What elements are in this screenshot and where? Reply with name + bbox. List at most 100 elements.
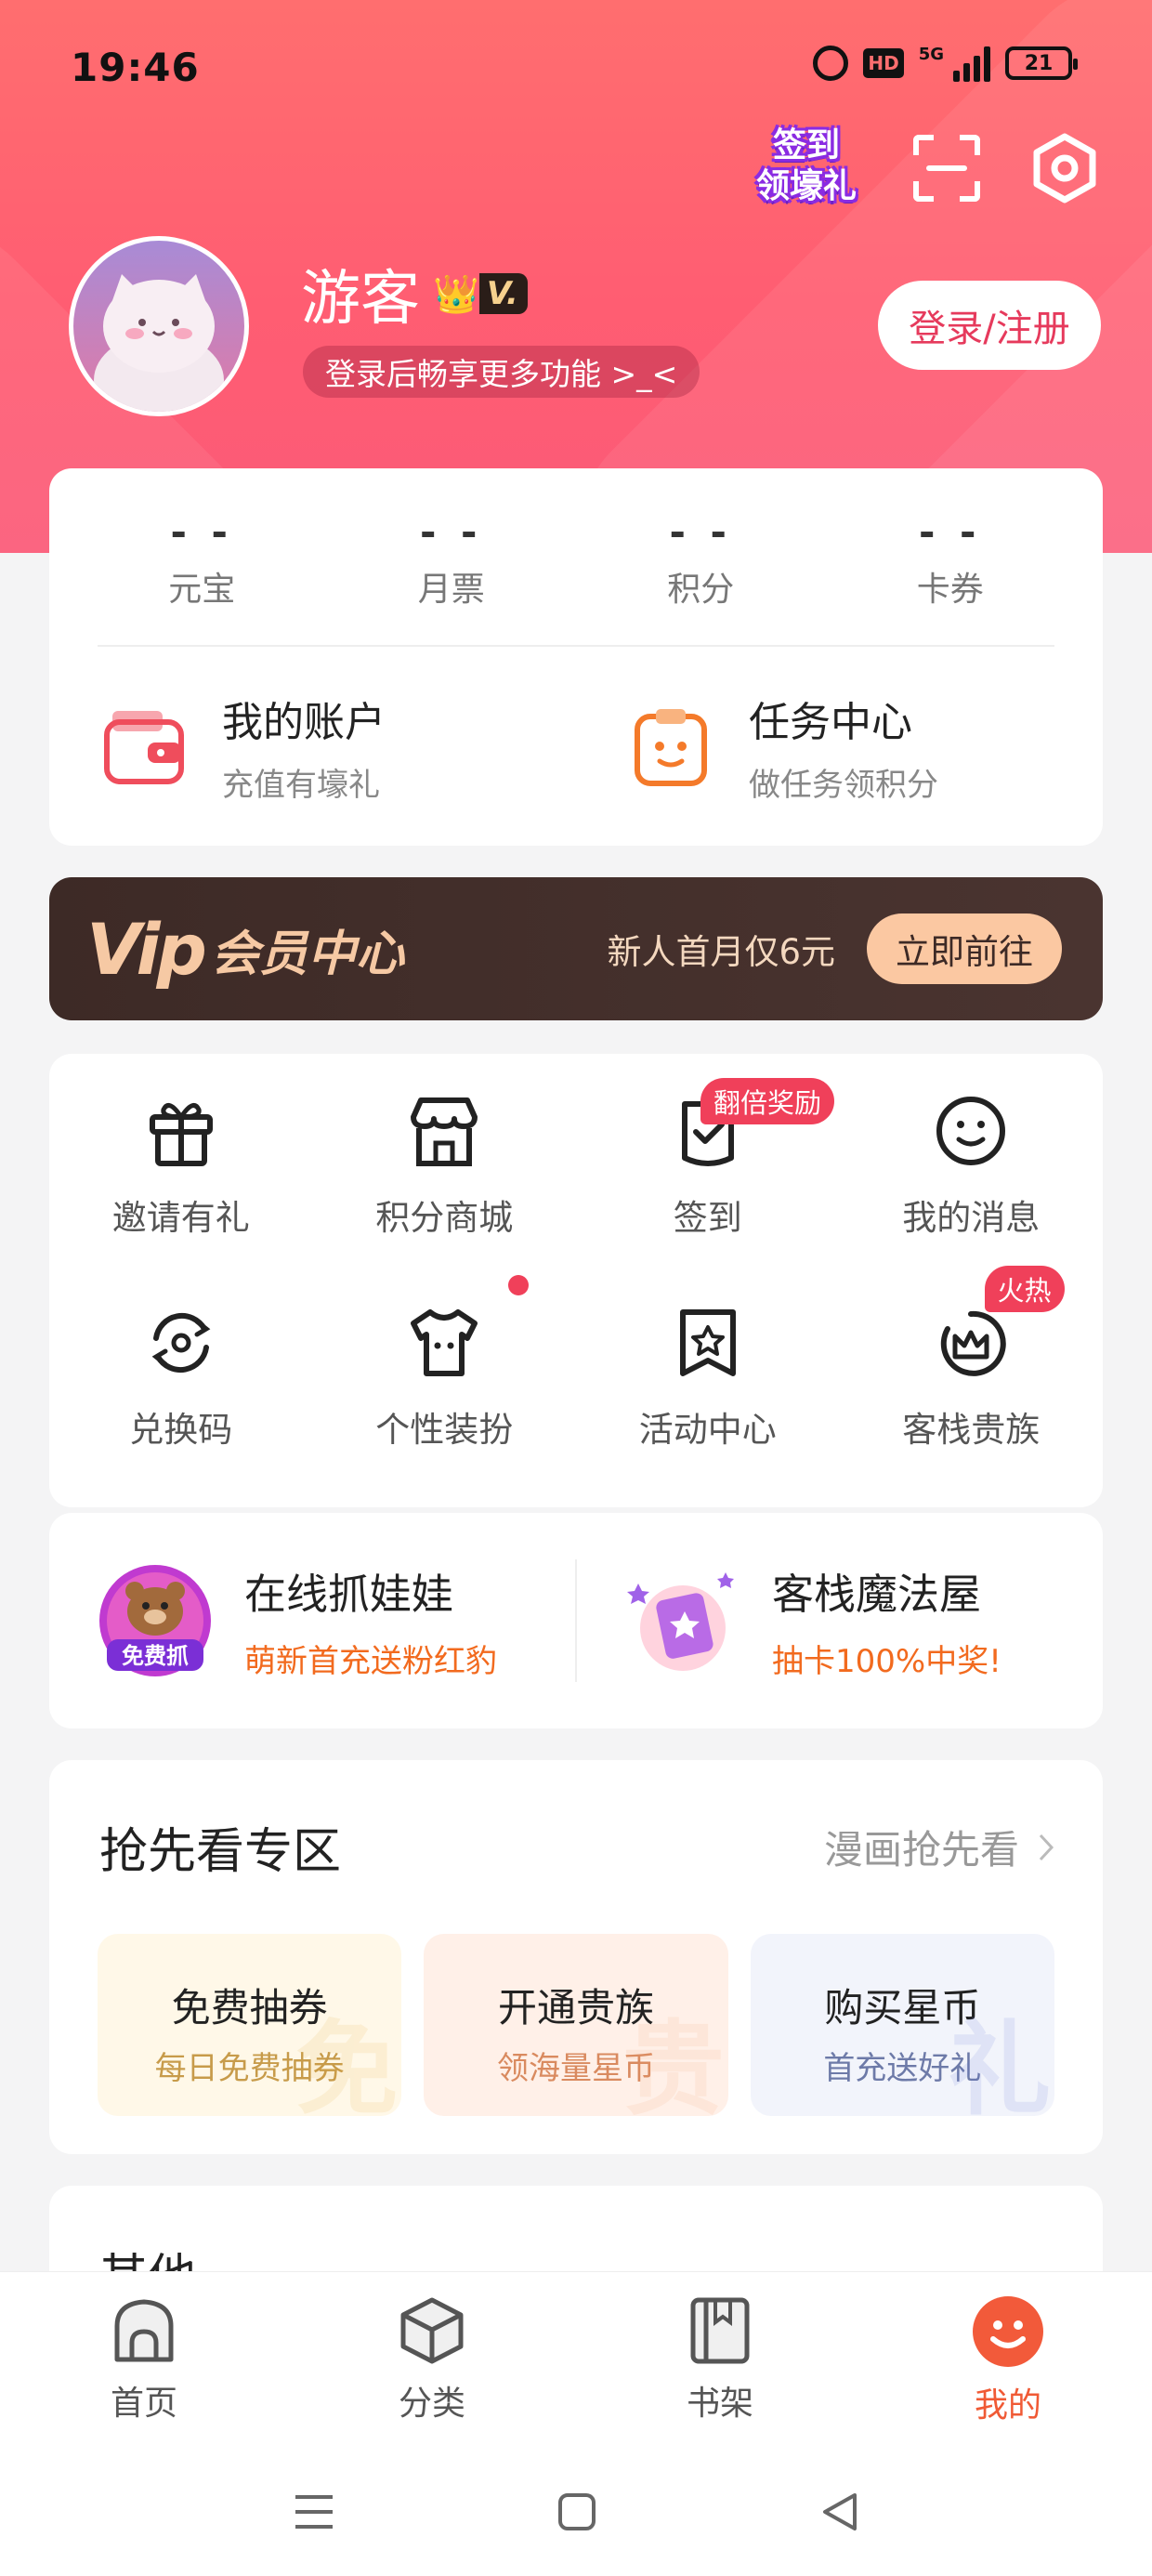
signal-icon <box>953 45 990 82</box>
crown-icon: 👑 <box>433 272 479 316</box>
avatar[interactable] <box>69 236 249 416</box>
tile-watermark: 贵 <box>622 2010 725 2116</box>
tab-me[interactable]: 我的 <box>864 2272 1152 2448</box>
grid-label: 我的消息 <box>902 1198 1041 1238</box>
vip-level-tag: 👑 V. <box>433 271 528 316</box>
signin-gift-badge[interactable]: 签到 领壕礼 <box>748 125 865 211</box>
tab-label: 我的 <box>974 2386 1041 2425</box>
menu-icon[interactable] <box>294 2493 334 2530</box>
login-register-button[interactable]: 登录/注册 <box>878 281 1101 370</box>
vip-logo: Vip 会员中心 <box>86 908 404 991</box>
tab-bookshelf[interactable]: 书架 <box>576 2272 864 2448</box>
stat-monthly-ticket[interactable]: - - 月票 <box>327 468 577 645</box>
vip-go-button[interactable]: 立即前往 <box>867 913 1062 984</box>
early-access-title: 抢先看专区 <box>99 1824 342 1880</box>
status-bar: 19:46 HD 5G 21 <box>0 0 1152 139</box>
claw-machine-entry[interactable]: 免费抓 在线抓娃娃 萌新首充送粉红豹 <box>49 1560 575 1681</box>
alarm-icon <box>813 46 849 81</box>
my-account-entry[interactable]: 我的账户 充值有壕礼 <box>49 647 576 846</box>
star-bookmark-icon <box>679 1309 736 1376</box>
stat-label: 积分 <box>667 571 735 609</box>
early-access-header: 抢先看专区 漫画抢先看 <box>49 1760 1103 1882</box>
back-triangle-icon[interactable] <box>819 2491 858 2532</box>
status-icons: HD 5G 21 <box>813 45 1078 82</box>
stat-label: 卡券 <box>916 571 984 609</box>
chevron-right-icon <box>1039 1833 1054 1860</box>
new-dot <box>507 1275 529 1295</box>
early-access-tiles: 免费抽券 每日免费抽券 免 开通贵族 领海量星币 贵 购买星币 首充送好礼 礼 <box>49 1934 1103 2116</box>
tile-free-coupon[interactable]: 免费抽券 每日免费抽券 免 <box>98 1934 402 2116</box>
grid-label: 客栈贵族 <box>902 1410 1041 1450</box>
username: 游客 <box>301 265 420 334</box>
stat-value: - - <box>170 509 233 555</box>
grid-item-dress-up[interactable]: 个性装扮 <box>313 1260 577 1472</box>
comic-early-access-label: 漫画抢先看 <box>823 1827 1019 1873</box>
tile-watermark: 礼 <box>948 2010 1051 2116</box>
stat-label: 元宝 <box>168 571 236 609</box>
system-navigation-bar <box>0 2448 1152 2576</box>
claw-machine-subtitle: 萌新首充送粉红豹 <box>244 1643 497 1680</box>
tab-label: 首页 <box>110 2385 177 2423</box>
username-row: 游客 👑 V. <box>301 251 528 336</box>
vip-center-banner[interactable]: Vip 会员中心 新人首月仅6元 立即前往 <box>49 877 1103 1020</box>
home-square-icon[interactable] <box>557 2492 596 2531</box>
task-center-subtitle: 做任务领积分 <box>749 766 938 804</box>
promo-card: 免费抓 在线抓娃娃 萌新首充送粉红豹 客栈魔法屋 抽卡100%中奖! <box>49 1513 1103 1728</box>
task-center-entry[interactable]: 任务中心 做任务领积分 <box>576 647 1103 846</box>
tab-category[interactable]: 分类 <box>288 2272 576 2448</box>
grid-item-checkin[interactable]: 翻倍奖励 签到 <box>576 1054 840 1260</box>
tab-label: 分类 <box>398 2385 465 2423</box>
crown-icon <box>941 1310 1006 1376</box>
grid-item-invite[interactable]: 邀请有礼 <box>49 1054 313 1260</box>
bottom-tab-bar: 首页 分类 书架 我的 <box>0 2271 1152 2448</box>
header-actions: 签到 领壕礼 <box>748 125 1101 211</box>
tile-open-nobility[interactable]: 开通贵族 领海量星币 贵 <box>424 1934 728 2116</box>
stat-points[interactable]: - - 积分 <box>576 468 826 645</box>
stat-coupons[interactable]: - - 卡券 <box>826 468 1076 645</box>
grid-label: 兑换码 <box>129 1410 233 1450</box>
settings-gear-icon[interactable] <box>1028 132 1101 204</box>
grid-label: 积分商城 <box>375 1198 514 1238</box>
assets-card: - - 元宝 - - 月票 - - 积分 - - 卡券 我的账户 充值有壕礼 任… <box>49 468 1103 846</box>
grid-label: 签到 <box>673 1198 742 1238</box>
tab-label: 书架 <box>686 2385 753 2423</box>
stat-value: - - <box>669 509 732 555</box>
comic-early-access-link[interactable]: 漫画抢先看 <box>824 1819 1054 1875</box>
grid-item-activity-center[interactable]: 活动中心 <box>576 1260 840 1472</box>
magic-house-image <box>627 1572 734 1671</box>
magic-house-title: 客栈魔法屋 <box>772 1570 982 1619</box>
claw-machine-image-label: 免费抓 <box>122 1643 189 1669</box>
category-cube-icon <box>400 2297 464 2364</box>
stat-yuanbao[interactable]: - - 元宝 <box>77 468 327 645</box>
vip-center-title: 会员中心 <box>210 926 404 982</box>
grid-label: 个性装扮 <box>375 1410 514 1450</box>
bookshelf-icon <box>690 2297 750 2364</box>
account-row: 我的账户 充值有壕礼 任务中心 做任务领积分 <box>49 647 1103 846</box>
grid-item-redeem-code[interactable]: 兑换码 <box>49 1260 313 1472</box>
double-reward-badge: 翻倍奖励 <box>700 1078 835 1124</box>
feature-grid-row: 兑换码 个性装扮 活动中心 火热 客栈贵族 <box>49 1260 1103 1472</box>
redeem-code-icon <box>151 1312 211 1373</box>
grid-label: 活动中心 <box>638 1410 777 1450</box>
tab-home[interactable]: 首页 <box>0 2272 288 2448</box>
my-account-subtitle: 充值有壕礼 <box>222 766 380 804</box>
my-account-title: 我的账户 <box>222 698 386 746</box>
login-tip: 登录后畅享更多功能 >_< <box>303 346 700 398</box>
smile-message-icon <box>936 1097 1006 1165</box>
magic-house-entry[interactable]: 客栈魔法屋 抽卡100%中奖! <box>577 1560 1103 1681</box>
early-access-section: 抢先看专区 漫画抢先看 免费抽券 每日免费抽券 免 开通贵族 领海量星币 贵 购… <box>49 1760 1103 2154</box>
vip-promo-text: 新人首月仅6元 <box>607 932 835 972</box>
status-time: 19:46 <box>71 45 200 90</box>
grid-item-nobility[interactable]: 火热 客栈贵族 <box>840 1260 1104 1472</box>
claw-machine-title: 在线抓娃娃 <box>244 1570 454 1619</box>
grid-label: 邀请有礼 <box>111 1198 250 1238</box>
assets-row: - - 元宝 - - 月票 - - 积分 - - 卡券 <box>49 468 1103 645</box>
profile-smile-icon <box>973 2296 1043 2367</box>
scan-icon[interactable] <box>913 135 980 202</box>
tile-buy-star-coins[interactable]: 购买星币 首充送好礼 礼 <box>750 1934 1054 2116</box>
grid-item-points-store[interactable]: 积分商城 <box>313 1054 577 1260</box>
claw-machine-image: 免费抓 <box>99 1565 211 1676</box>
home-icon <box>114 2299 174 2362</box>
grid-item-messages[interactable]: 我的消息 <box>840 1054 1104 1260</box>
hd-icon: HD <box>863 48 904 78</box>
